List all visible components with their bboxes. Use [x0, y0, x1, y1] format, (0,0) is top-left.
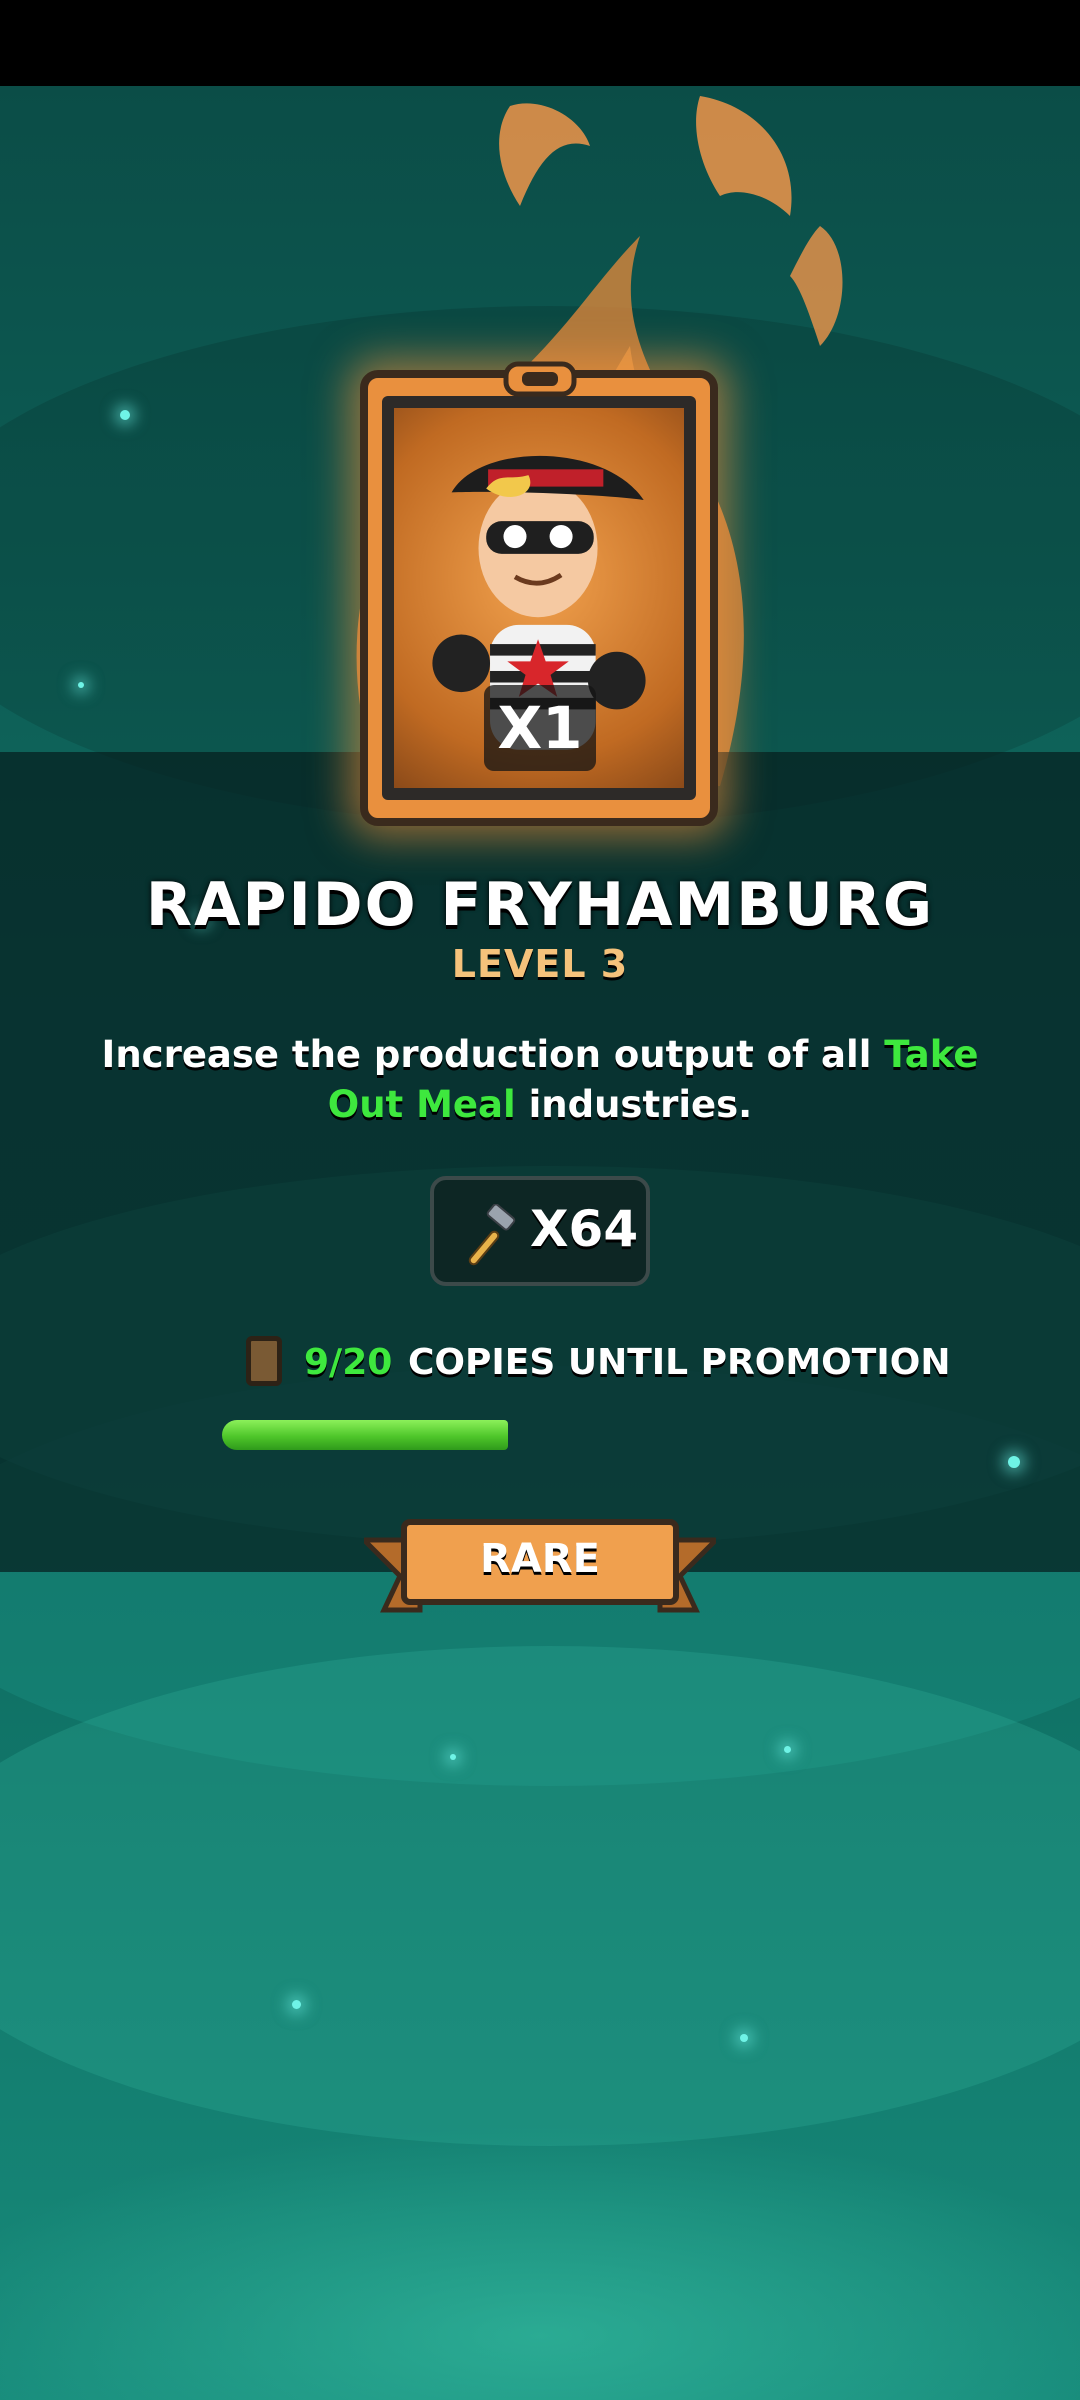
hero-description: Increase the production output of all Ta… — [90, 1030, 990, 1130]
sparkle — [740, 2034, 748, 2042]
promotion-progress-bar — [222, 1420, 858, 1450]
hero-name: RAPIDO FRYHAMBURG — [145, 870, 935, 940]
card-quantity-badge: X1 — [484, 685, 596, 771]
sparkle — [78, 682, 84, 688]
description-text: Increase the production output of all — [101, 1033, 885, 1076]
copies-label: COPIES UNTIL PROMOTION — [408, 1342, 951, 1383]
description-text: industries. — [515, 1083, 753, 1126]
sparkle — [784, 1746, 791, 1753]
reward-box: X64 — [430, 1176, 650, 1286]
hero-level: LEVEL 3 — [451, 942, 629, 986]
sparkle — [120, 410, 130, 420]
promotion-copies-row: 9/20 COPIES UNTIL PROMOTION — [246, 1336, 950, 1396]
sparkle — [1008, 1456, 1020, 1468]
status-bar — [0, 0, 1080, 86]
sparkle — [292, 2000, 301, 2009]
card-crest-icon — [503, 361, 577, 397]
promotion-progress-fill — [222, 1420, 509, 1450]
hammer-icon — [468, 1204, 516, 1266]
reward-amount: X64 — [530, 1200, 639, 1258]
card-icon — [246, 1336, 282, 1386]
sparkle — [450, 1754, 456, 1760]
rarity-label: RARE — [480, 1536, 600, 1582]
copies-count: 9/20 — [304, 1342, 393, 1383]
